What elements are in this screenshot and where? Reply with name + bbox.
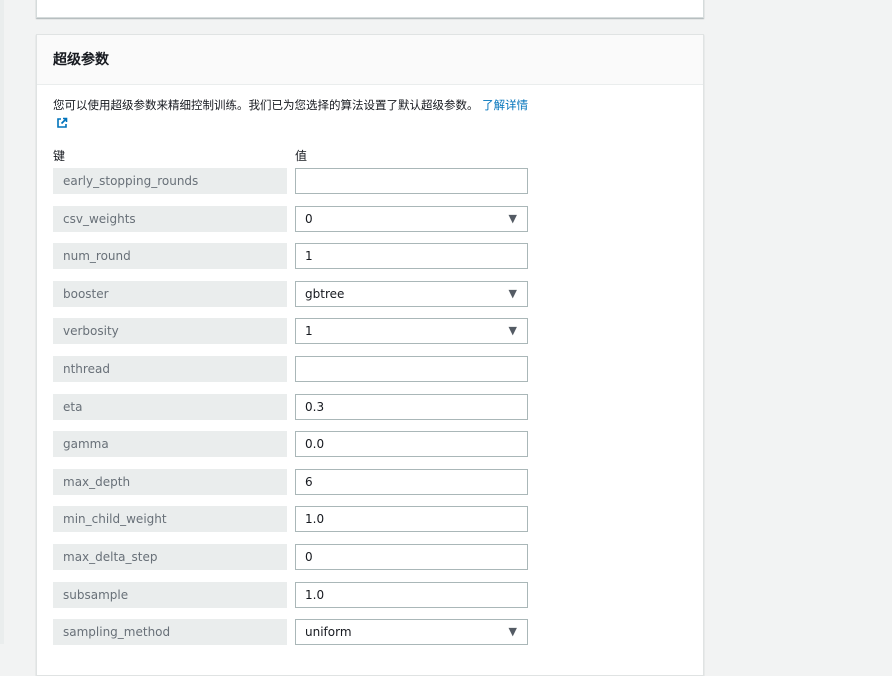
hyperparameter-key: csv_weights: [53, 206, 287, 232]
hyperparameter-value-select[interactable]: gbtree ▼: [295, 281, 528, 307]
key-column-header: 键: [53, 149, 66, 163]
selected-value: 0: [305, 212, 313, 226]
section-title: 超级参数: [53, 52, 109, 68]
hyperparameter-value-input[interactable]: [295, 582, 528, 608]
selected-value: gbtree: [305, 287, 345, 301]
caret-down-icon: ▼: [508, 212, 517, 225]
hyperparameter-key: min_child_weight: [53, 506, 287, 532]
hyperparameter-value-input[interactable]: [295, 168, 528, 194]
hyperparameter-key: max_depth: [53, 469, 287, 495]
hyperparameter-value-select[interactable]: 0 ▼: [295, 206, 528, 232]
hyperparameter-key: gamma: [53, 431, 287, 457]
hyperparameter-key: eta: [53, 394, 287, 420]
caret-down-icon: ▼: [508, 625, 517, 638]
left-edge-strip: [0, 0, 4, 644]
hyperparameter-key: num_round: [53, 243, 287, 269]
hyperparameters-card: 超级参数 您可以使用超级参数来精细控制训练。我们已为您选择的算法设置了默认超级参…: [36, 34, 704, 676]
hyperparameter-key: booster: [53, 281, 287, 307]
hyperparameter-value-input[interactable]: [295, 506, 528, 532]
description-text: 您可以使用超级参数来精细控制训练。我们已为您选择的算法设置了默认超级参数。: [53, 98, 479, 112]
section-description: 您可以使用超级参数来精细控制训练。我们已为您选择的算法设置了默认超级参数。 了解…: [53, 96, 529, 134]
caret-down-icon: ▼: [508, 324, 517, 337]
selected-value: uniform: [305, 625, 352, 639]
hyperparameter-key: sampling_method: [53, 619, 287, 645]
hyperparameter-key: verbosity: [53, 318, 287, 344]
hyperparameter-key: early_stopping_rounds: [53, 168, 287, 194]
previous-section-card: [36, 0, 704, 18]
hyperparameter-value-input[interactable]: [295, 469, 528, 495]
hyperparameter-value-input[interactable]: [295, 356, 528, 382]
hyperparameter-value-input[interactable]: [295, 243, 528, 269]
learn-more-label: 了解详情: [482, 98, 529, 112]
hyperparameter-value-input[interactable]: [295, 431, 528, 457]
hyperparameter-value-input[interactable]: [295, 544, 528, 570]
hyperparameter-value-input[interactable]: [295, 394, 528, 420]
hyperparameter-key: max_delta_step: [53, 544, 287, 570]
caret-down-icon: ▼: [508, 287, 517, 300]
value-column-header: 值: [295, 149, 308, 163]
selected-value: 1: [305, 324, 313, 338]
hyperparameter-key: nthread: [53, 356, 287, 382]
card-header: 超级参数: [37, 35, 703, 85]
hyperparameter-key: subsample: [53, 582, 287, 608]
hyperparameter-value-select[interactable]: 1 ▼: [295, 318, 528, 344]
external-link-icon: [56, 116, 68, 134]
hyperparameter-value-select[interactable]: uniform ▼: [295, 619, 528, 645]
